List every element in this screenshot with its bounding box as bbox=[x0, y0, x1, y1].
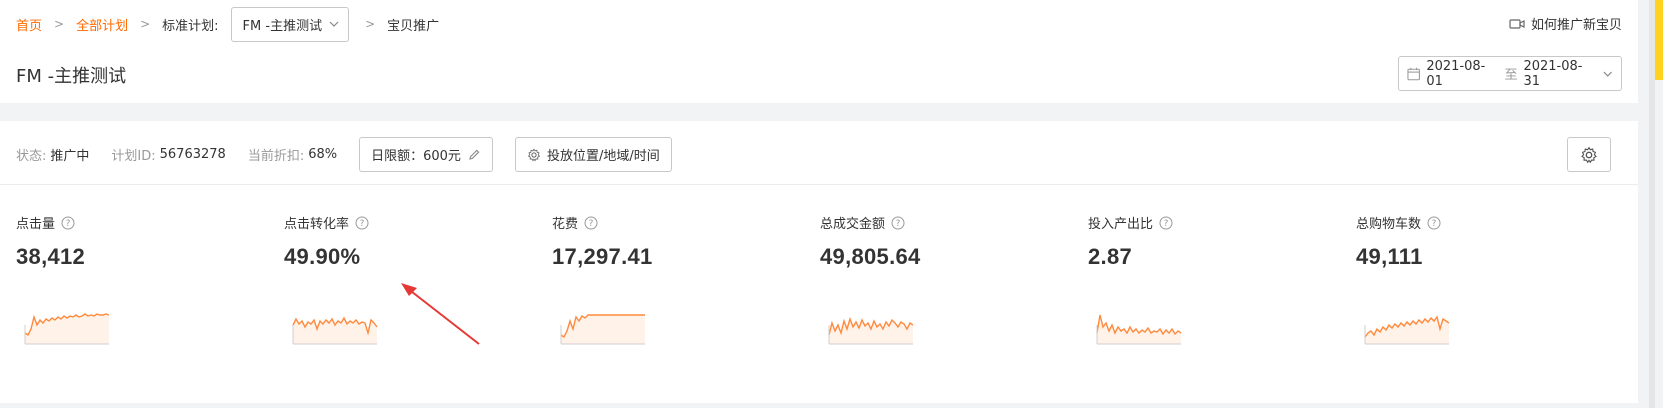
plan-info-row: 状态: 推广中 计划ID: 56763278 当前折扣: 68% 日限额：600… bbox=[16, 137, 672, 172]
metric-label-row: 投入产出比 ? bbox=[1088, 213, 1328, 232]
side-accent-tab[interactable] bbox=[1655, 0, 1663, 80]
svg-text:?: ? bbox=[1432, 219, 1437, 229]
status-label: 状态: bbox=[16, 149, 47, 164]
page-title: FM -主推测试 bbox=[16, 66, 127, 87]
metric-value: 38,412 bbox=[16, 244, 86, 269]
metric-label: 总成交金额 bbox=[820, 217, 886, 232]
divider bbox=[0, 184, 1638, 185]
date-separator: 至 bbox=[1504, 68, 1518, 83]
status-value: 推广中 bbox=[50, 149, 90, 164]
metric-label: 总购物车数 bbox=[1356, 217, 1422, 232]
help-circle-icon[interactable]: ? bbox=[1427, 216, 1441, 230]
plan-select[interactable]: FM -主推测试 bbox=[230, 6, 350, 42]
metric-value: 49.90% bbox=[284, 244, 361, 269]
metric-label-row: 花费 ? bbox=[552, 213, 792, 232]
metric-spend: 花费 ? 17,297.41 bbox=[552, 213, 792, 270]
daily-budget-button[interactable]: 日限额：600元 bbox=[359, 137, 493, 172]
metric-label: 投入产出比 bbox=[1088, 217, 1154, 232]
main-card: 状态: 推广中 计划ID: 56763278 当前折扣: 68% 日限额：600… bbox=[0, 121, 1638, 403]
placement-settings-button[interactable]: 投放位置/地域/时间 bbox=[514, 137, 672, 172]
discount-label: 当前折扣: bbox=[247, 149, 305, 164]
svg-text:?: ? bbox=[1164, 219, 1169, 229]
gear-icon bbox=[527, 148, 541, 161]
help-link[interactable]: 如何推广新宝贝 bbox=[1509, 14, 1622, 33]
breadcrumb-home[interactable]: 首页 bbox=[16, 15, 42, 34]
chevron-right-icon: > bbox=[365, 17, 376, 31]
metric-label-row: 点击转化率 ? bbox=[284, 213, 524, 232]
date-start: 2021-08-01 bbox=[1426, 58, 1486, 89]
header-card: 首页 > 全部计划 > 标准计划: FM -主推测试 > 宝贝推广 如何推广新宝… bbox=[0, 0, 1638, 103]
metric-value: 49,111 bbox=[1356, 244, 1423, 269]
chevron-down-icon bbox=[1603, 71, 1612, 77]
video-icon bbox=[1509, 18, 1525, 29]
sparkline-roi bbox=[1096, 314, 1182, 345]
breadcrumb-current: 宝贝推广 bbox=[387, 18, 440, 34]
metric-value: 17,297.41 bbox=[552, 244, 653, 269]
metric-label: 点击转化率 bbox=[284, 217, 350, 232]
sparkline-clicks bbox=[24, 313, 110, 345]
chevron-right-icon: > bbox=[140, 17, 151, 31]
metric-value: 49,805.64 bbox=[820, 244, 921, 269]
date-range-picker[interactable]: 2021-08-01 至 2021-08-31 bbox=[1398, 56, 1622, 91]
sparkline-conversion bbox=[292, 316, 378, 345]
metric-label: 花费 bbox=[552, 217, 579, 232]
help-link-text: 如何推广新宝贝 bbox=[1530, 18, 1622, 33]
svg-text:?: ? bbox=[896, 219, 901, 229]
metric-total-gmv: 总成交金额 ? 49,805.64 bbox=[820, 213, 1060, 270]
help-circle-icon[interactable]: ? bbox=[891, 216, 905, 230]
plan-id-value: 56763278 bbox=[159, 147, 226, 162]
metric-click-conversion-rate: 点击转化率 ? 49.90% bbox=[284, 213, 524, 270]
settings-button[interactable] bbox=[1567, 137, 1611, 172]
help-circle-icon[interactable]: ? bbox=[584, 216, 598, 230]
breadcrumb: 首页 > 全部计划 > 标准计划: FM -主推测试 > 宝贝推广 bbox=[16, 6, 439, 42]
plan-id-label: 计划ID: bbox=[111, 149, 156, 164]
annotation-arrow-icon bbox=[401, 283, 480, 345]
svg-text:?: ? bbox=[360, 219, 365, 229]
sparkline-gmv bbox=[828, 316, 914, 345]
svg-text:?: ? bbox=[66, 219, 71, 229]
pencil-icon bbox=[469, 149, 480, 160]
chevron-down-icon bbox=[329, 21, 339, 27]
metric-label: 点击量 bbox=[16, 217, 56, 232]
metric-total-cart: 总购物车数 ? 49,111 bbox=[1356, 213, 1596, 270]
daily-budget-label: 日限额：600元 bbox=[371, 149, 461, 164]
metric-label-row: 总成交金额 ? bbox=[820, 213, 1060, 232]
chevron-right-icon: > bbox=[54, 17, 65, 31]
metric-value: 2.87 bbox=[1088, 244, 1133, 269]
breadcrumb-standard-plan-label: 标准计划: bbox=[162, 18, 219, 34]
svg-text:?: ? bbox=[589, 219, 594, 229]
breadcrumb-all-plans[interactable]: 全部计划 bbox=[76, 15, 128, 34]
plan-select-value: FM -主推测试 bbox=[242, 18, 323, 34]
sparkline-spend bbox=[560, 314, 645, 345]
calendar-icon bbox=[1407, 67, 1420, 80]
discount-value: 68% bbox=[308, 147, 338, 162]
metric-clicks: 点击量 ? 38,412 bbox=[16, 213, 256, 270]
metric-roi: 投入产出比 ? 2.87 bbox=[1088, 213, 1328, 270]
sparkline-cart bbox=[1364, 315, 1450, 345]
help-circle-icon[interactable]: ? bbox=[1159, 216, 1173, 230]
metric-label-row: 总购物车数 ? bbox=[1356, 213, 1596, 232]
date-end: 2021-08-31 bbox=[1523, 58, 1583, 89]
help-circle-icon[interactable]: ? bbox=[355, 216, 369, 230]
metric-label-row: 点击量 ? bbox=[16, 213, 256, 232]
help-circle-icon[interactable]: ? bbox=[61, 216, 75, 230]
gear-icon bbox=[1581, 146, 1597, 163]
placement-settings-label: 投放位置/地域/时间 bbox=[546, 149, 660, 164]
